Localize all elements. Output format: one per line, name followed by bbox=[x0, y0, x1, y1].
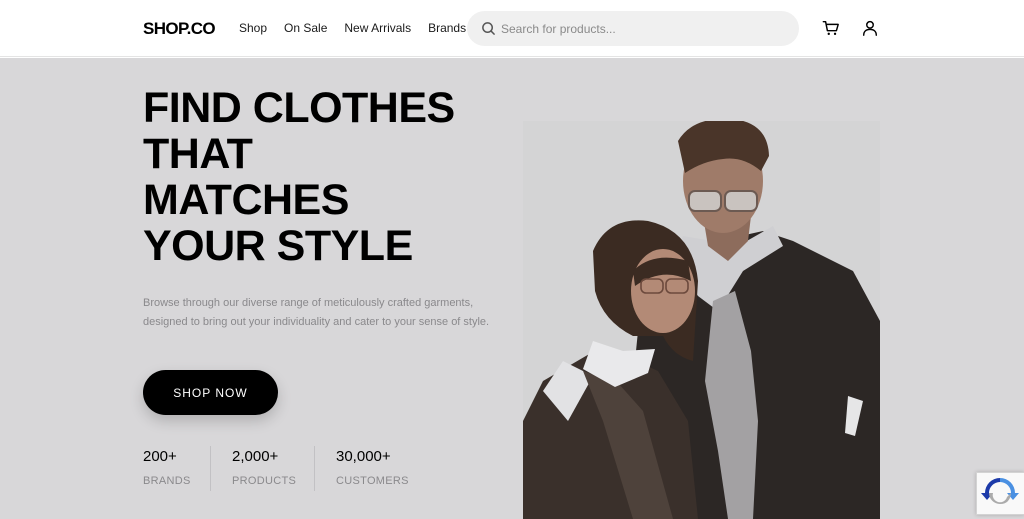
stat-divider bbox=[210, 446, 211, 491]
stat-customers-label: CUSTOMERS bbox=[336, 475, 409, 487]
hero-description: Browse through our diverse range of meti… bbox=[143, 297, 490, 328]
hero-headline: FIND CLOTHES THAT MATCHES YOUR STYLE bbox=[143, 85, 513, 269]
stat-customers: 30,000+ CUSTOMERS bbox=[336, 448, 409, 487]
stat-divider bbox=[314, 446, 315, 491]
headline-line-3: MATCHES bbox=[143, 176, 349, 224]
main-nav: Shop On Sale New Arrivals Brands bbox=[239, 21, 466, 35]
nav-link-new-arrivals[interactable]: New Arrivals bbox=[344, 21, 411, 35]
stat-customers-value: 30,000+ bbox=[336, 448, 391, 465]
stat-brands-label: BRANDS bbox=[143, 475, 191, 487]
search-input[interactable] bbox=[501, 11, 791, 46]
hero-image bbox=[523, 121, 880, 519]
stat-products-value: 2,000+ bbox=[232, 448, 279, 465]
headline-line-1: FIND CLOTHES bbox=[143, 84, 455, 132]
headline-line-4: YOUR STYLE bbox=[143, 222, 413, 270]
nav-link-on-sale[interactable]: On Sale bbox=[284, 21, 327, 35]
site-logo[interactable]: SHOP.CO bbox=[143, 19, 216, 39]
nav-link-shop[interactable]: Shop bbox=[239, 21, 267, 35]
couple-illustration bbox=[523, 121, 880, 519]
nav-link-brands[interactable]: Brands bbox=[428, 21, 466, 35]
search-icon bbox=[482, 22, 495, 35]
stat-brands: 200+ BRANDS bbox=[143, 448, 191, 487]
shop-now-button[interactable]: SHOP NOW bbox=[143, 370, 278, 415]
stat-products: 2,000+ PRODUCTS bbox=[232, 448, 296, 487]
recaptcha-badge[interactable] bbox=[976, 472, 1024, 515]
recaptcha-icon bbox=[981, 478, 1019, 504]
search-bar bbox=[467, 11, 799, 46]
top-navigation-bar: SHOP.CO Shop On Sale New Arrivals Brands bbox=[0, 0, 1024, 57]
stat-products-label: PRODUCTS bbox=[232, 475, 297, 487]
cart-icon[interactable] bbox=[822, 19, 840, 37]
headline-line-2: THAT bbox=[143, 130, 253, 178]
user-icon[interactable] bbox=[861, 19, 879, 37]
stat-brands-value: 200+ bbox=[143, 448, 177, 465]
